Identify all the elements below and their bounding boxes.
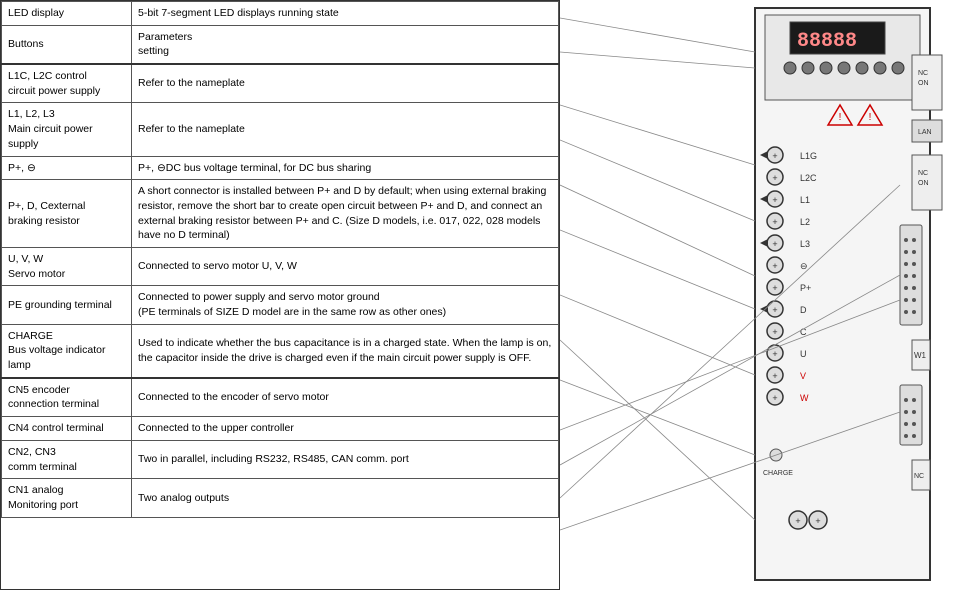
svg-text:NC: NC (918, 70, 928, 77)
svg-text:U: U (800, 349, 807, 359)
row-label-l1c-l2c: L1C, L2C control circuit power supply (2, 64, 132, 103)
svg-text:⊖: ⊖ (800, 261, 808, 271)
svg-text:+: + (772, 393, 777, 403)
table-row-p-d-c: P+, D, Cexternal braking resistorA short… (2, 180, 559, 248)
row-description-uvw: Connected to servo motor U, V, W (132, 247, 559, 285)
svg-text:L3: L3 (800, 239, 810, 249)
row-label-pplus-minus: P+, ⊖ (2, 156, 132, 180)
row-label-pe: PE grounding terminal (2, 286, 132, 324)
row-description-pe: Connected to power supply and servo moto… (132, 286, 559, 324)
row-description-cn5: Connected to the encoder of servo motor (132, 378, 559, 417)
svg-text:+: + (772, 195, 777, 205)
table-row-buttons: ButtonsParameters setting (2, 25, 559, 64)
svg-text:+: + (772, 327, 777, 337)
svg-text:ON: ON (918, 80, 929, 87)
row-description-cn4: Connected to the upper controller (132, 417, 559, 441)
svg-text:+: + (772, 239, 777, 249)
svg-text:+: + (772, 371, 777, 381)
svg-text:D: D (800, 305, 807, 315)
table-row-l1c-l2c: L1C, L2C control circuit power supplyRef… (2, 64, 559, 103)
svg-text:+: + (795, 516, 800, 526)
table-row-charge: CHARGE Bus voltage indicator lampUsed to… (2, 324, 559, 378)
svg-text:LAN: LAN (918, 129, 932, 136)
row-description-charge: Used to indicate whether the bus capacit… (132, 324, 559, 378)
svg-text:+: + (772, 261, 777, 271)
row-label-led-display: LED display (2, 2, 132, 26)
row-label-buttons: Buttons (2, 25, 132, 64)
drive-diagram-svg: 88888 ! ! NC ON LAN NC ON (560, 0, 957, 590)
svg-text:W: W (800, 393, 809, 403)
svg-text:+: + (772, 283, 777, 293)
svg-text:+: + (772, 151, 777, 161)
row-description-cn2-cn3: Two in parallel, including RS232, RS485,… (132, 440, 559, 478)
table-row-cn5: CN5 encoder connection terminalConnected… (2, 378, 559, 417)
svg-text:+: + (772, 305, 777, 315)
svg-text:!: ! (869, 112, 872, 123)
row-description-cn1: Two analog outputs (132, 479, 559, 517)
svg-text:ON: ON (918, 180, 929, 187)
row-label-l1-l2-l3: L1, L2, L3 Main circuit power supply (2, 103, 132, 156)
svg-text:V: V (800, 371, 806, 381)
components-table: LED display5-bit 7-segment LED displays … (0, 0, 560, 590)
table-row-uvw: U, V, W Servo motorConnected to servo mo… (2, 247, 559, 285)
row-label-cn5: CN5 encoder connection terminal (2, 378, 132, 417)
svg-text:NC: NC (918, 170, 928, 177)
row-label-cn1: CN1 analog Monitoring port (2, 479, 132, 517)
row-description-p-d-c: A short connector is installed between P… (132, 180, 559, 248)
svg-text:L2C: L2C (800, 173, 817, 183)
drive-diagram-panel: 88888 ! ! NC ON LAN NC ON (560, 0, 957, 590)
row-label-p-d-c: P+, D, Cexternal braking resistor (2, 180, 132, 248)
table-row-cn4: CN4 control terminalConnected to the upp… (2, 417, 559, 441)
table-row-led-display: LED display5-bit 7-segment LED displays … (2, 2, 559, 26)
row-description-l1c-l2c: Refer to the nameplate (132, 64, 559, 103)
table-row-pplus-minus: P+, ⊖P+, ⊖DC bus voltage terminal, for D… (2, 156, 559, 180)
svg-text:L2: L2 (800, 217, 810, 227)
row-description-l1-l2-l3: Refer to the nameplate (132, 103, 559, 156)
row-description-led-display: 5-bit 7-segment LED displays running sta… (132, 2, 559, 26)
row-label-cn4: CN4 control terminal (2, 417, 132, 441)
row-label-cn2-cn3: CN2, CN3 comm terminal (2, 440, 132, 478)
svg-text:!: ! (839, 112, 842, 123)
svg-text:P+: P+ (800, 283, 811, 293)
row-description-pplus-minus: P+, ⊖DC bus voltage terminal, for DC bus… (132, 156, 559, 180)
svg-text:+: + (815, 516, 820, 526)
svg-text:L1: L1 (800, 195, 810, 205)
table-row-cn1: CN1 analog Monitoring portTwo analog out… (2, 479, 559, 517)
row-label-charge: CHARGE Bus voltage indicator lamp (2, 324, 132, 378)
svg-text:CHARGE: CHARGE (763, 470, 793, 477)
svg-text:L1G: L1G (800, 151, 817, 161)
table-row-l1-l2-l3: L1, L2, L3 Main circuit power supplyRefe… (2, 103, 559, 156)
table-row-pe: PE grounding terminalConnected to power … (2, 286, 559, 324)
table-row-cn2-cn3: CN2, CN3 comm terminalTwo in parallel, i… (2, 440, 559, 478)
svg-text:+: + (772, 173, 777, 183)
svg-text:+: + (772, 217, 777, 227)
row-label-uvw: U, V, W Servo motor (2, 247, 132, 285)
svg-text:+: + (772, 349, 777, 359)
svg-text:W1: W1 (914, 351, 927, 360)
svg-text:NC: NC (914, 473, 924, 480)
led-digits: 88888 (797, 30, 857, 53)
row-description-buttons: Parameters setting (132, 25, 559, 64)
